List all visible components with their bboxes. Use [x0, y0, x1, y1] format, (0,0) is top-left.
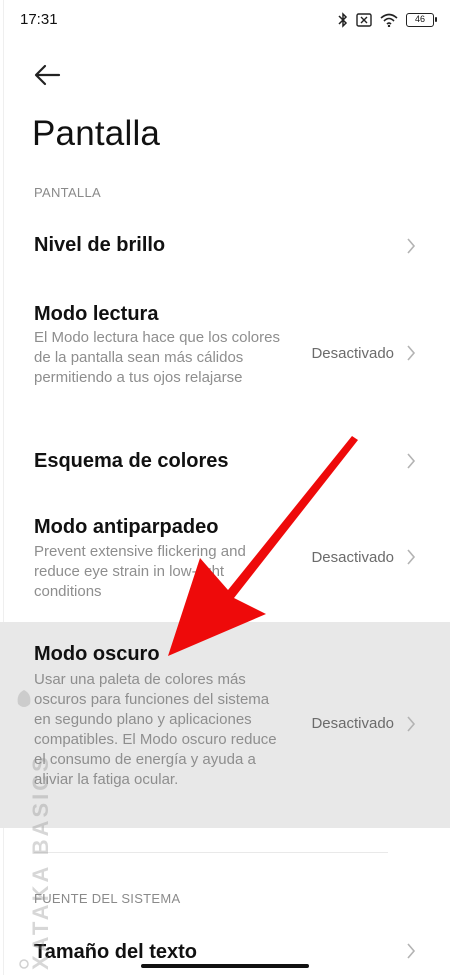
chevron-right-icon: [407, 345, 416, 361]
row-description: El Modo lectura hace que los colores de …: [34, 329, 280, 386]
row-title: Esquema de colores: [34, 450, 229, 472]
row-modo-antiparpadeo[interactable]: Modo antiparpadeo Prevent extensive flic…: [0, 504, 450, 616]
chevron-right-icon: [407, 943, 416, 959]
status-icons: 46: [338, 10, 437, 30]
section-divider: [34, 852, 388, 853]
row-title: Nivel de brillo: [34, 234, 166, 256]
bluetooth-icon: [338, 12, 348, 28]
row-description: Usar una paleta de colores más oscuros p…: [34, 671, 277, 788]
row-title: Modo oscuro: [34, 643, 160, 665]
row-modo-oscuro[interactable]: Modo oscuro Usar una paleta de colores m…: [0, 622, 450, 828]
row-title: Modo antiparpadeo: [34, 516, 219, 538]
row-value: Desactivado: [311, 715, 394, 732]
row-title: Modo lectura: [34, 303, 159, 325]
row-modo-lectura[interactable]: Modo lectura El Modo lectura hace que lo…: [0, 290, 450, 422]
row-value: Desactivado: [311, 549, 394, 566]
chevron-right-icon: [407, 453, 416, 469]
no-sim-icon: [356, 13, 372, 27]
status-time: 17:31: [20, 11, 58, 28]
row-value: Desactivado: [311, 345, 394, 362]
watermark-text: XATAKA BASICS: [28, 754, 53, 970]
wifi-icon: [380, 13, 398, 27]
page-title: Pantalla: [32, 114, 161, 153]
row-esquema-de-colores[interactable]: Esquema de colores: [0, 432, 450, 492]
chevron-right-icon: [407, 716, 416, 732]
home-indicator[interactable]: [141, 964, 309, 968]
back-arrow-icon[interactable]: [32, 60, 62, 90]
section-header-fuente-del-sistema: FUENTE DEL SISTEMA: [34, 891, 181, 906]
row-nivel-de-brillo[interactable]: Nivel de brillo: [0, 216, 450, 276]
row-title: Tamaño del texto: [34, 941, 197, 963]
battery-icon: 46: [406, 13, 437, 27]
row-description: Prevent extensive flickering and reduce …: [34, 543, 246, 600]
section-header-pantalla: PANTALLA: [34, 185, 101, 200]
status-bar: 17:31 46: [0, 0, 450, 40]
chevron-right-icon: [407, 549, 416, 565]
chevron-right-icon: [407, 238, 416, 254]
